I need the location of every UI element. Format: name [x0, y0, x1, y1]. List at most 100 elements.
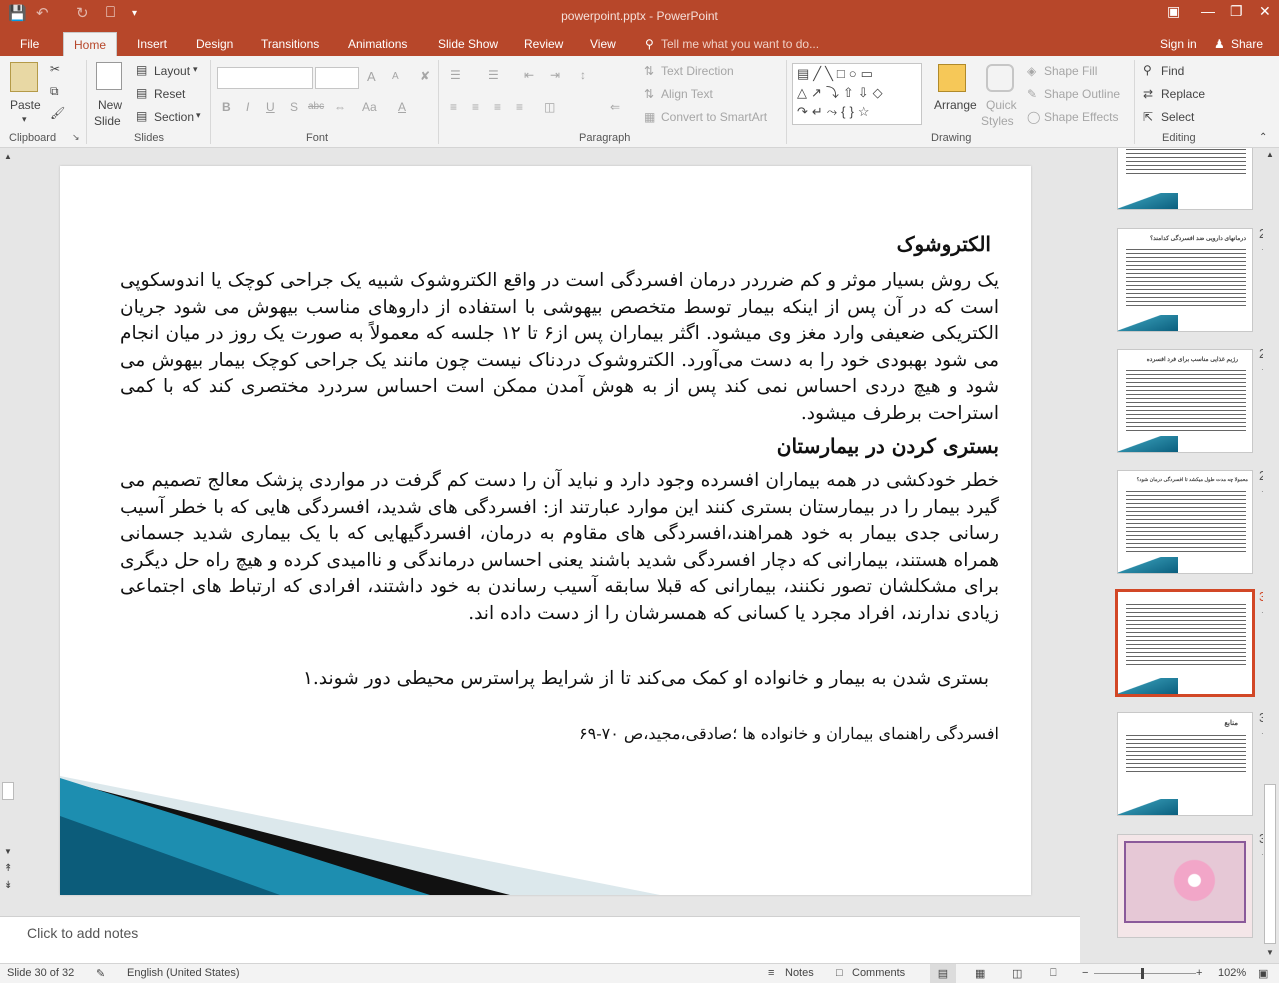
- paste-dropdown-icon[interactable]: ▾: [22, 114, 27, 125]
- tab-design[interactable]: Design: [196, 37, 233, 51]
- slideshow-view-icon[interactable]: ⎕: [1050, 967, 1057, 980]
- new-slide-icon[interactable]: [96, 62, 122, 90]
- tab-file[interactable]: File: [20, 37, 39, 51]
- edit-pane-scrollbar[interactable]: ▲ ▼ ↟ ↡: [0, 150, 16, 898]
- close-button[interactable]: ✕: [1259, 3, 1271, 20]
- paste-button[interactable]: Paste: [10, 98, 41, 112]
- quick-styles-icon[interactable]: [986, 64, 1014, 92]
- italic-button[interactable]: I: [246, 100, 249, 114]
- normal-view-icon[interactable]: ▤: [930, 964, 956, 983]
- rtl-icon[interactable]: ⇐: [610, 100, 620, 114]
- notes-placeholder[interactable]: Click to add notes: [27, 925, 138, 941]
- cut-icon[interactable]: ✂: [50, 62, 60, 76]
- slide-thumbnail-27[interactable]: درمانهای دارویی ضد افسردگی کدامند؟: [1117, 228, 1253, 332]
- slide-thumbnail-31[interactable]: منابع: [1117, 712, 1253, 816]
- convert-smartart-button[interactable]: Convert to SmartArt: [661, 110, 767, 124]
- new-slide-button[interactable]: New: [98, 98, 122, 112]
- tab-view[interactable]: View: [590, 37, 616, 51]
- copy-icon[interactable]: ⧉: [50, 84, 59, 99]
- font-name-input[interactable]: [217, 67, 313, 89]
- arrange-icon[interactable]: [938, 64, 966, 92]
- layout-dropdown-icon[interactable]: ▾: [193, 64, 198, 75]
- scroll-up-icon[interactable]: ▲: [1266, 150, 1274, 159]
- strikethrough-button[interactable]: abc: [308, 101, 324, 112]
- zoom-slider[interactable]: [1094, 968, 1196, 979]
- slide-sorter-icon[interactable]: ▦: [975, 967, 985, 980]
- bullets-icon[interactable]: ☰: [450, 68, 461, 82]
- zoom-level[interactable]: 102%: [1218, 967, 1246, 979]
- slide-thumbnail-30-selected[interactable]: [1115, 589, 1255, 697]
- fit-to-window-icon[interactable]: ▣: [1258, 967, 1268, 980]
- comments-button[interactable]: Comments: [852, 967, 905, 979]
- sign-in-link[interactable]: Sign in: [1160, 37, 1197, 51]
- new-slide-button-line2[interactable]: Slide: [94, 114, 121, 128]
- scroll-thumb[interactable]: [2, 782, 14, 800]
- shadow-button[interactable]: S: [290, 100, 298, 114]
- tab-home[interactable]: Home: [63, 32, 118, 56]
- clear-formatting-icon[interactable]: ✘: [420, 69, 430, 83]
- minimize-button[interactable]: —: [1201, 3, 1215, 19]
- shape-fill-button[interactable]: Shape Fill: [1044, 64, 1097, 78]
- tell-me-search[interactable]: Tell me what you want to do...: [661, 37, 819, 51]
- slide-thumbnail-26[interactable]: [1117, 148, 1253, 210]
- underline-button[interactable]: U: [266, 100, 275, 114]
- numbering-icon[interactable]: ☰: [488, 68, 499, 82]
- align-right-icon[interactable]: ≡: [494, 100, 501, 114]
- align-center-icon[interactable]: ≡: [472, 100, 479, 114]
- scroll-down-icon[interactable]: ▼: [4, 847, 12, 856]
- layout-button[interactable]: Layout: [154, 64, 190, 78]
- font-color-icon[interactable]: A: [398, 100, 406, 114]
- reading-view-icon[interactable]: ◫: [1012, 967, 1022, 980]
- thumbnail-scrollbar[interactable]: ▲ ▼: [1263, 148, 1277, 963]
- paste-icon[interactable]: [10, 62, 38, 92]
- slide-thumbnail-32[interactable]: [1117, 834, 1253, 938]
- justify-icon[interactable]: ≡: [516, 100, 523, 114]
- scroll-thumb[interactable]: [1264, 784, 1276, 944]
- next-slide-icon[interactable]: ↡: [4, 880, 12, 891]
- language-status[interactable]: English (United States): [127, 967, 240, 979]
- zoom-slider-thumb[interactable]: [1141, 968, 1144, 979]
- tab-animations[interactable]: Animations: [348, 37, 407, 51]
- clipboard-launcher-icon[interactable]: ↘: [72, 132, 80, 143]
- tab-insert[interactable]: Insert: [137, 37, 167, 51]
- previous-slide-icon[interactable]: ↟: [4, 863, 12, 874]
- shape-effects-button[interactable]: Shape Effects: [1044, 110, 1119, 124]
- shrink-font-button[interactable]: A: [392, 71, 399, 82]
- tab-review[interactable]: Review: [524, 37, 563, 51]
- format-painter-icon[interactable]: 🖌: [50, 106, 65, 120]
- character-spacing-icon[interactable]: ⇔: [334, 100, 346, 114]
- quick-styles-button[interactable]: Quick: [986, 98, 1017, 112]
- slide-thumbnail-28[interactable]: رژیم غذایی مناسب برای فرد افسرده: [1117, 349, 1253, 453]
- scroll-up-icon[interactable]: ▲: [4, 152, 12, 161]
- zoom-in-icon[interactable]: +: [1196, 967, 1202, 979]
- tab-transitions[interactable]: Transitions: [261, 37, 319, 51]
- columns-icon[interactable]: ◫: [544, 100, 555, 114]
- tab-slideshow[interactable]: Slide Show: [438, 37, 498, 51]
- align-left-icon[interactable]: ≡: [450, 100, 457, 114]
- grow-font-button[interactable]: A: [367, 69, 376, 84]
- notes-pane[interactable]: Click to add notes: [0, 916, 1080, 963]
- select-button[interactable]: Select: [1161, 110, 1194, 124]
- collapse-ribbon-icon[interactable]: ⌃: [1259, 132, 1267, 143]
- share-button[interactable]: Share: [1231, 37, 1263, 51]
- font-size-input[interactable]: [315, 67, 359, 89]
- bold-button[interactable]: B: [222, 100, 231, 114]
- arrange-button[interactable]: Arrange: [934, 98, 977, 112]
- reset-button[interactable]: Reset: [154, 87, 185, 101]
- shapes-gallery[interactable]: ▤╱╲□○▭ △↗⤵⇧⇩◇ ↷↵⤳{}☆: [792, 63, 922, 125]
- quick-styles-button-line2[interactable]: Styles: [981, 114, 1014, 128]
- section-button[interactable]: Section: [154, 110, 194, 124]
- line-spacing-icon[interactable]: ↕: [580, 68, 586, 82]
- zoom-out-icon[interactable]: −: [1082, 967, 1088, 979]
- spelling-check-icon[interactable]: ✎: [96, 967, 105, 980]
- decrease-indent-icon[interactable]: ⇤: [524, 68, 534, 82]
- align-text-button[interactable]: Align Text: [661, 87, 713, 101]
- increase-indent-icon[interactable]: ⇥: [550, 68, 560, 82]
- replace-button[interactable]: Replace: [1161, 87, 1205, 101]
- shape-outline-button[interactable]: Shape Outline: [1044, 87, 1120, 101]
- find-button[interactable]: Find: [1161, 64, 1184, 78]
- notes-button[interactable]: Notes: [785, 967, 814, 979]
- ribbon-display-options-icon[interactable]: ▣: [1167, 3, 1180, 20]
- scroll-down-icon[interactable]: ▼: [1266, 948, 1274, 957]
- slide-thumbnail-29[interactable]: معمولا چه مدت طول میکشد تا افسردگی درمان…: [1117, 470, 1253, 574]
